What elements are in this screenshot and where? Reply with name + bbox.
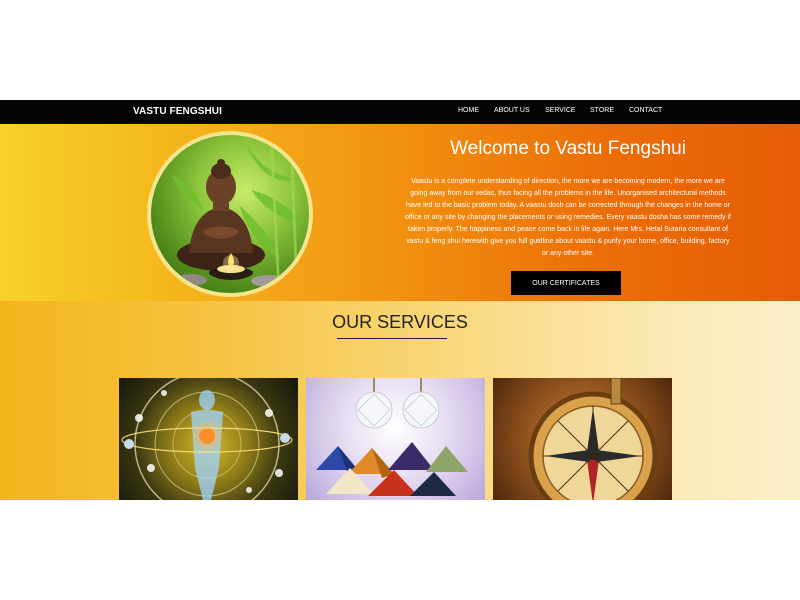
astrology-zodiac-icon (121, 378, 293, 500)
hero-description: Vaastu is a complete understanding of di… (405, 178, 731, 257)
service-card-crystals[interactable] (306, 378, 485, 500)
buddha-statue-icon (171, 135, 306, 293)
nav-home[interactable]: HOME (458, 107, 479, 114)
services-section: OUR SERVICES (0, 301, 800, 500)
service-card-compass[interactable] (493, 378, 672, 500)
service-card-astrology[interactable] (119, 378, 298, 500)
nav-about-us[interactable]: ABOUT US (494, 107, 530, 114)
bottom-whitespace (0, 500, 800, 600)
services-title-underline (337, 338, 447, 339)
services-title: OUR SERVICES (332, 312, 468, 332)
nav-contact[interactable]: CONTACT (629, 107, 662, 114)
nav-store[interactable]: STORE (590, 107, 614, 114)
nav-service[interactable]: SERVICE (545, 107, 576, 114)
hero-title: Welcome to Vastu Fengshui (450, 138, 686, 159)
hero-section: Welcome to Vastu Fengshui Vaastu is a co… (0, 124, 800, 301)
top-whitespace (0, 0, 800, 100)
buddha-image (147, 131, 313, 297)
navbar: VASTU FENGSHUI HOME ABOUT US SERVICE STO… (0, 100, 800, 124)
nav-links: HOME ABOUT US SERVICE STORE CONTACT (0, 107, 800, 119)
crystal-pyramids-icon (316, 378, 468, 496)
our-certificates-button[interactable]: OUR CERTIFICATES (511, 271, 621, 295)
compass-icon (528, 378, 658, 500)
